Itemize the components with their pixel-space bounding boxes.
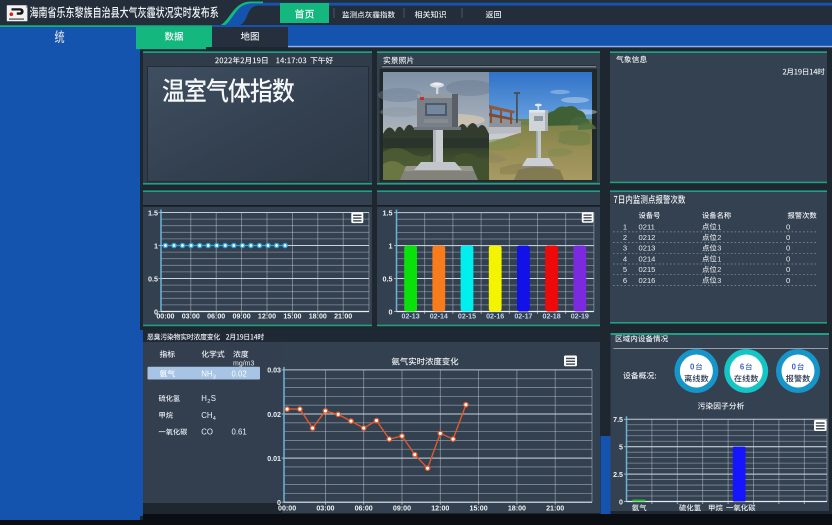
- svg-text:0: 0: [786, 244, 790, 253]
- svg-text:21:00: 21:00: [334, 312, 352, 320]
- svg-text:0: 0: [786, 233, 790, 242]
- svg-text:0: 0: [786, 265, 790, 274]
- svg-text:S: S: [211, 394, 216, 403]
- svg-text:00:00: 00:00: [278, 505, 296, 513]
- svg-text:09:00: 09:00: [393, 505, 411, 513]
- svg-text:0: 0: [786, 222, 790, 231]
- svg-text:1: 1: [717, 222, 721, 231]
- svg-text:1: 1: [623, 222, 627, 231]
- svg-text:3: 3: [623, 244, 627, 253]
- svg-text:0: 0: [786, 254, 790, 263]
- svg-text:12:00: 12:00: [431, 505, 449, 513]
- svg-text:2: 2: [717, 265, 721, 274]
- svg-text:0.5: 0.5: [148, 274, 158, 283]
- svg-text:3: 3: [717, 244, 721, 253]
- svg-text:NH: NH: [201, 370, 212, 379]
- svg-text:6: 6: [740, 363, 745, 372]
- svg-text:6: 6: [623, 276, 627, 285]
- svg-text:CH: CH: [201, 411, 212, 420]
- svg-text:0.02: 0.02: [232, 370, 247, 379]
- svg-text:0: 0: [389, 307, 393, 316]
- svg-text:7.5: 7.5: [613, 416, 623, 424]
- svg-text:0: 0: [792, 363, 797, 372]
- svg-text:0.01: 0.01: [267, 455, 281, 463]
- svg-text:1: 1: [154, 241, 158, 250]
- svg-text:2: 2: [623, 233, 627, 242]
- svg-text:0212: 0212: [639, 233, 656, 242]
- svg-text:4: 4: [213, 416, 216, 422]
- svg-text:0: 0: [619, 498, 623, 506]
- svg-text:02-18: 02-18: [543, 312, 561, 320]
- svg-text:0216: 0216: [639, 276, 656, 285]
- svg-text:2: 2: [717, 233, 721, 242]
- svg-text:02-15: 02-15: [458, 312, 476, 320]
- svg-text:1: 1: [389, 241, 393, 250]
- svg-text:2.5: 2.5: [613, 471, 623, 479]
- svg-text:0215: 0215: [639, 265, 656, 274]
- svg-text:4: 4: [623, 254, 627, 263]
- svg-text:03:00: 03:00: [182, 312, 200, 320]
- svg-text:0: 0: [690, 363, 695, 372]
- svg-text:18:00: 18:00: [508, 505, 526, 513]
- svg-text:02-17: 02-17: [514, 312, 532, 320]
- svg-text:0214: 0214: [639, 254, 656, 263]
- svg-text:0211: 0211: [639, 222, 655, 231]
- svg-text:09:00: 09:00: [233, 312, 251, 320]
- svg-text:02-14: 02-14: [430, 312, 448, 320]
- svg-text:0.02: 0.02: [267, 411, 281, 419]
- svg-text:12:00: 12:00: [258, 312, 276, 320]
- svg-text:0.03: 0.03: [267, 367, 281, 375]
- svg-text:03:00: 03:00: [316, 505, 334, 513]
- svg-text:02-19: 02-19: [571, 312, 589, 320]
- svg-text:5: 5: [619, 444, 623, 452]
- svg-text:5: 5: [623, 265, 627, 274]
- svg-text:0: 0: [786, 276, 790, 285]
- svg-text:21:00: 21:00: [546, 505, 564, 513]
- svg-text:06:00: 06:00: [355, 505, 373, 513]
- svg-text:15:00: 15:00: [470, 505, 488, 513]
- svg-text:1.5: 1.5: [148, 208, 158, 217]
- svg-text:0213: 0213: [639, 244, 656, 253]
- svg-text:CO: CO: [201, 428, 213, 437]
- svg-text:1: 1: [717, 254, 721, 263]
- svg-text:15:00: 15:00: [283, 312, 301, 320]
- svg-text:3: 3: [717, 276, 721, 285]
- svg-text:18:00: 18:00: [309, 312, 327, 320]
- svg-text:1.5: 1.5: [383, 208, 393, 217]
- svg-text:mg/m3: mg/m3: [233, 361, 255, 368]
- svg-text:3: 3: [213, 375, 216, 381]
- svg-text:02-16: 02-16: [486, 312, 504, 320]
- svg-text:06:00: 06:00: [207, 312, 225, 320]
- svg-text:00:00: 00:00: [156, 312, 174, 320]
- svg-text:H: H: [201, 394, 207, 403]
- svg-text:0.5: 0.5: [383, 274, 393, 283]
- svg-text:02-13: 02-13: [402, 312, 420, 320]
- svg-text:0.61: 0.61: [232, 428, 247, 437]
